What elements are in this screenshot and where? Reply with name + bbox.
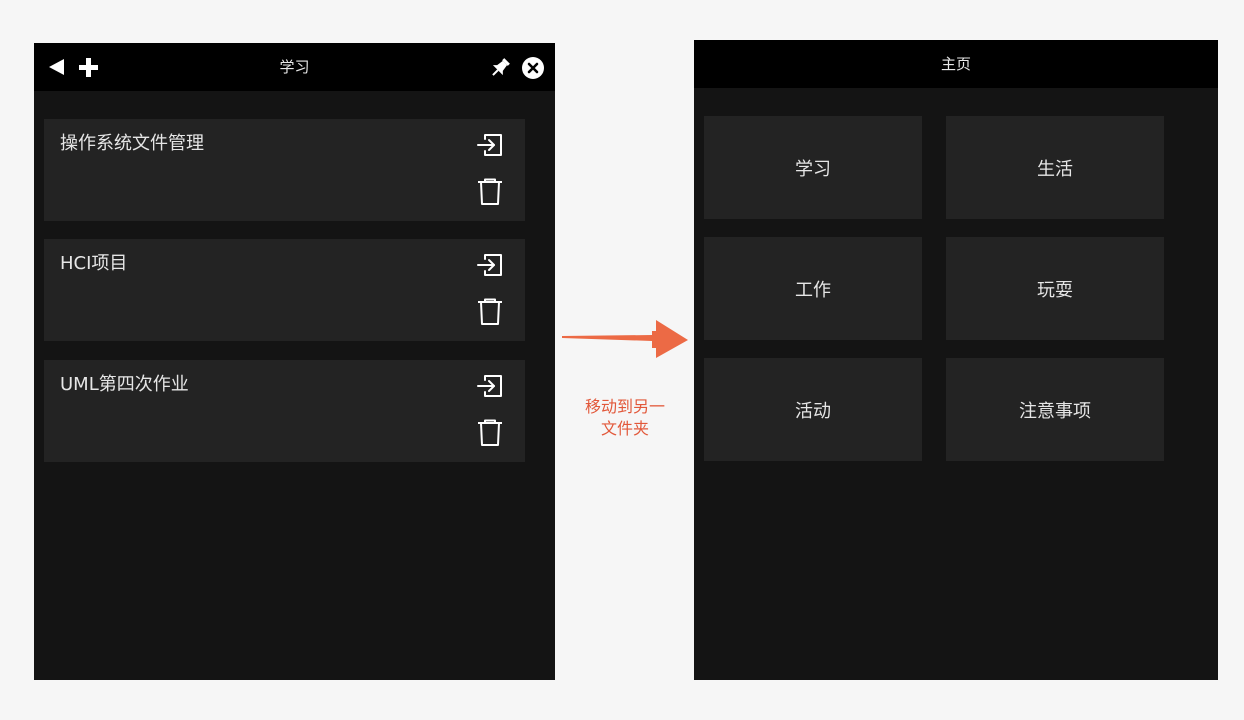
plus-icon[interactable] [79, 58, 98, 77]
note-card[interactable]: HCI项目 [44, 239, 525, 341]
annotation-line-2: 文件夹 [600, 419, 649, 438]
folder-label: 玩耍 [1037, 279, 1073, 301]
folder-tile[interactable]: 注意事项 [946, 358, 1164, 461]
move-to-folder-icon[interactable] [476, 372, 504, 400]
trash-icon[interactable] [477, 419, 503, 447]
folder-label: 生活 [1037, 158, 1073, 180]
folder-label: 活动 [795, 400, 831, 422]
home-panel: 主页 学习 生活 工作 玩耍 活动 注意事项 [694, 40, 1218, 680]
move-annotation: 移动到另一 文件夹 [560, 396, 690, 440]
back-triangle-icon[interactable] [48, 59, 66, 75]
close-circle-icon[interactable] [522, 57, 544, 79]
folder-title: 学习 [279, 58, 310, 76]
folder-label: 注意事项 [1019, 400, 1091, 422]
folder-tile[interactable]: 玩耍 [946, 237, 1164, 340]
move-arrow-icon [562, 320, 688, 358]
folder-tile[interactable]: 工作 [704, 237, 922, 340]
move-to-folder-icon[interactable] [476, 251, 504, 279]
folder-tile[interactable]: 生活 [946, 116, 1164, 219]
note-card[interactable]: UML第四次作业 [44, 360, 525, 462]
home-titlebar: 主页 [694, 40, 1218, 88]
note-title: HCI项目 [60, 253, 128, 274]
folder-view-panel: 学习 操作系统文件管理 HCI项目 UML第四次作业 [34, 43, 555, 680]
move-to-folder-icon[interactable] [476, 131, 504, 159]
folder-titlebar: 学习 [34, 43, 555, 91]
stage: 学习 操作系统文件管理 HCI项目 UML第四次作业 移动到另一 文件夹 主页 … [0, 0, 1244, 720]
folder-tile[interactable]: 学习 [704, 116, 922, 219]
annotation-line-1: 移动到另一 [584, 397, 665, 416]
note-card[interactable]: 操作系统文件管理 [44, 119, 525, 221]
folder-label: 工作 [795, 279, 831, 301]
note-title: 操作系统文件管理 [60, 133, 204, 154]
folder-label: 学习 [795, 158, 831, 180]
trash-icon[interactable] [477, 298, 503, 326]
pin-icon[interactable] [489, 57, 511, 79]
note-title: UML第四次作业 [60, 374, 189, 395]
trash-icon[interactable] [477, 178, 503, 206]
folder-tile[interactable]: 活动 [704, 358, 922, 461]
home-title: 主页 [940, 55, 971, 73]
